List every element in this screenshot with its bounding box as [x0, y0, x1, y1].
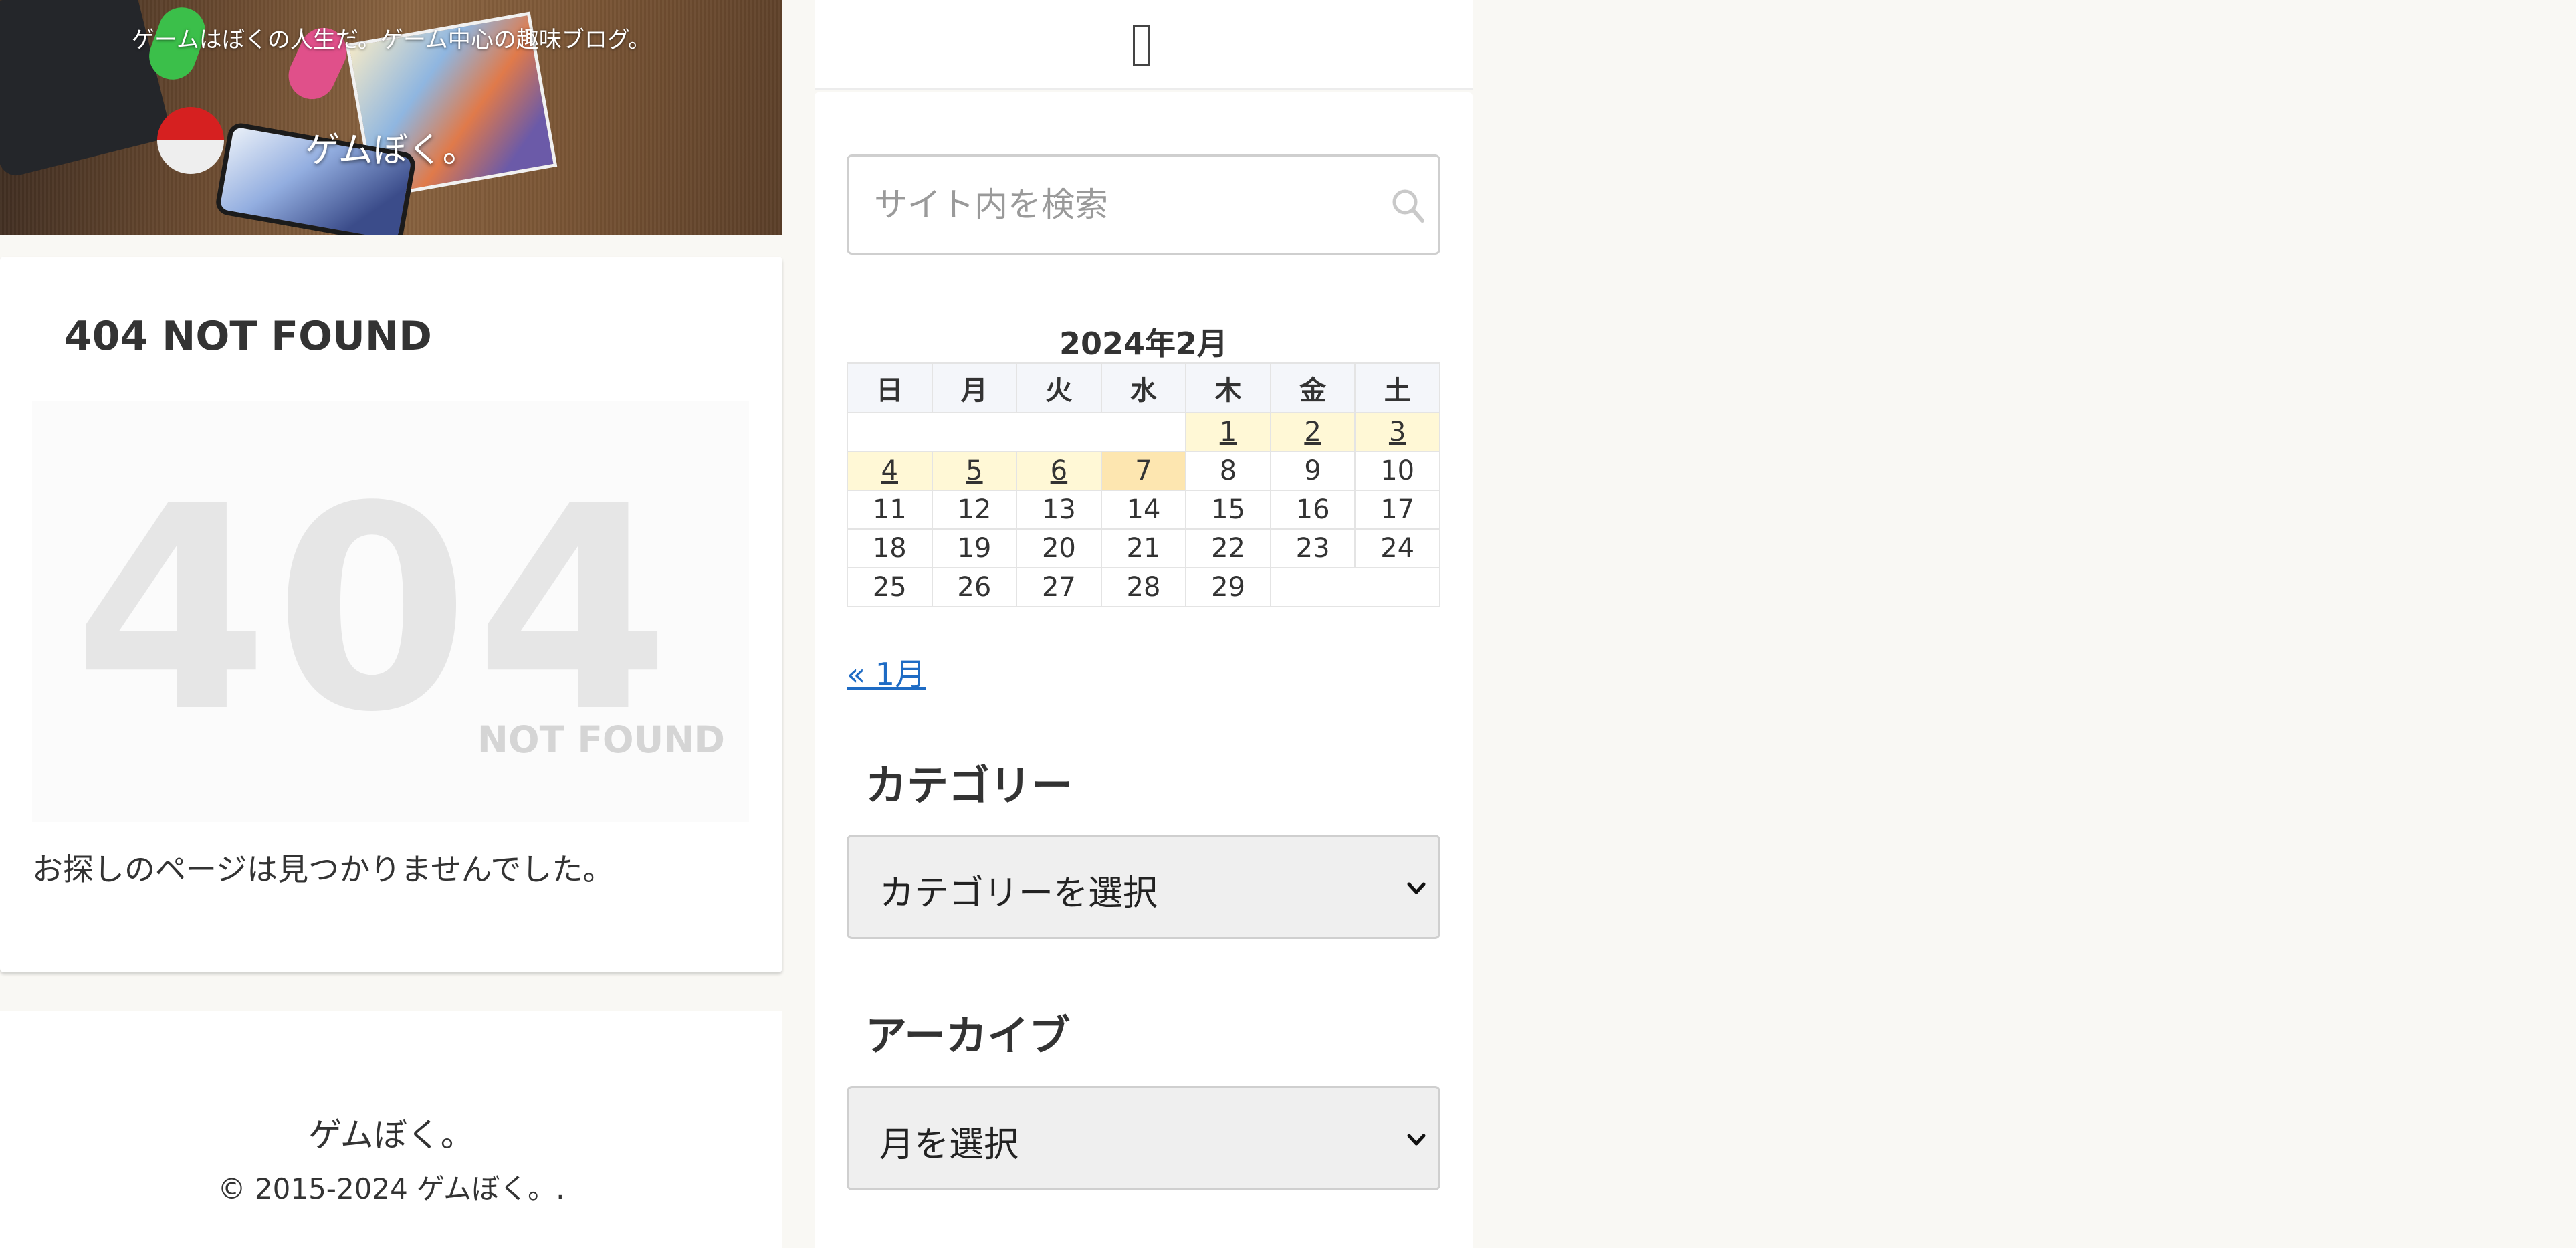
- calendar-day: 1: [1185, 412, 1271, 452]
- calendar-day: 22: [1185, 528, 1271, 568]
- calendar-day: 5: [931, 451, 1018, 491]
- calendar-day: 29: [1185, 567, 1271, 607]
- calendar-weekday-wed: 水: [1100, 362, 1187, 413]
- calendar-day: 19: [931, 528, 1018, 568]
- calendar-day: 14: [1100, 490, 1187, 530]
- footer-site-name[interactable]: ゲムぼく。: [0, 1108, 782, 1156]
- search-icon: [1392, 189, 1424, 223]
- calendar-day: 17: [1354, 490, 1440, 530]
- not-found-number: 404: [73, 447, 676, 774]
- search-button[interactable]: [1389, 185, 1426, 229]
- calendar-table: 日 月 火 水 木 金 土 1 2 3 4 5 6 7 8 9 10 11 12…: [846, 362, 1441, 607]
- calendar-day: 26: [931, 567, 1018, 607]
- calendar-day: 15: [1185, 490, 1271, 530]
- calendar-day: 4: [847, 451, 933, 491]
- calendar-pad: [1269, 567, 1441, 607]
- calendar-day: 25: [847, 567, 933, 607]
- site-title[interactable]: ゲムぼく。: [0, 122, 782, 172]
- archives-title: アーカイブ: [865, 1011, 1071, 1060]
- calendar-caption: 2024年2月: [1059, 326, 1228, 362]
- calendar-day: 27: [1016, 567, 1102, 607]
- calendar-day: 23: [1269, 528, 1356, 568]
- calendar-day: 3: [1354, 412, 1440, 452]
- calendar-weekday-fri: 金: [1269, 362, 1356, 413]
- calendar-weekday-tue: 火: [1016, 362, 1102, 413]
- calendar-day: 9: [1269, 451, 1356, 491]
- page-title: 404 NOT FOUND: [64, 313, 432, 360]
- calendar-day: 10: [1354, 451, 1440, 491]
- calendar-day: 2: [1269, 412, 1356, 452]
- menu-icon[interactable]: [1133, 25, 1150, 66]
- archive-select[interactable]: 月を選択: [847, 1086, 1440, 1190]
- sidebar-menu-bar: [815, 0, 1473, 90]
- calendar-day-link[interactable]: 5: [966, 455, 982, 486]
- categories-title: カテゴリー: [865, 761, 1073, 810]
- category-select-value: カテゴリーを選択: [879, 873, 1158, 914]
- calendar-day: 6: [1016, 451, 1102, 491]
- main-content-card: 404 NOT FOUND 404 NOT FOUND お探しのページは見つかり…: [0, 257, 782, 972]
- footer-copyright: © 2015-2024 ゲムぼく。.: [217, 1172, 565, 1205]
- calendar-day: 28: [1100, 567, 1187, 607]
- calendar-day-link[interactable]: 1: [1220, 417, 1237, 447]
- not-found-message: お探しのページは見つかりませんでした。: [32, 851, 614, 888]
- search-input[interactable]: [849, 157, 1438, 253]
- calendar-today: 7: [1100, 451, 1187, 491]
- archive-select-value: 月を選択: [879, 1125, 1019, 1165]
- not-found-graphic: 404 NOT FOUND: [32, 401, 749, 822]
- calendar-weekday-sun: 日: [847, 362, 933, 413]
- search-widget: [847, 154, 1440, 255]
- header-image[interactable]: ゲームはぼくの人生だ。ゲーム中心の趣味ブログ。 ゲムぼく。: [0, 0, 782, 235]
- chevron-down-icon: [1407, 1134, 1426, 1146]
- calendar-day-link[interactable]: 3: [1389, 417, 1406, 447]
- calendar-day: 16: [1269, 490, 1356, 530]
- calendar-day-link[interactable]: 4: [881, 455, 898, 486]
- calendar-day: 8: [1185, 451, 1271, 491]
- site-tagline: ゲームはぼくの人生だ。ゲーム中心の趣味ブログ。: [131, 27, 651, 54]
- chevron-down-icon: [1407, 882, 1426, 894]
- calendar-weekday-thu: 木: [1185, 362, 1271, 413]
- sidebar: 2024年2月 日 月 火 水 木 金 土 1 2 3 4 5 6: [815, 92, 1473, 1248]
- calendar-day: 18: [847, 528, 933, 568]
- calendar-day: 21: [1100, 528, 1187, 568]
- calendar-day: 24: [1354, 528, 1440, 568]
- calendar-prev-month-link[interactable]: « 1月: [847, 650, 926, 694]
- footer: ゲムぼく。 © 2015-2024 ゲムぼく。.: [0, 1011, 782, 1248]
- calendar-day: 11: [847, 490, 933, 530]
- not-found-label: NOT FOUND: [477, 718, 725, 761]
- calendar-pad: [846, 412, 1187, 452]
- calendar-day: 13: [1016, 490, 1102, 530]
- calendar-day: 12: [931, 490, 1018, 530]
- calendar-weekday-sat: 土: [1354, 362, 1440, 413]
- category-select[interactable]: カテゴリーを選択: [847, 835, 1440, 939]
- calendar-weekday-mon: 月: [931, 362, 1018, 413]
- calendar-day-link[interactable]: 2: [1304, 417, 1321, 447]
- calendar-day-link[interactable]: 6: [1051, 455, 1067, 486]
- calendar-day: 20: [1016, 528, 1102, 568]
